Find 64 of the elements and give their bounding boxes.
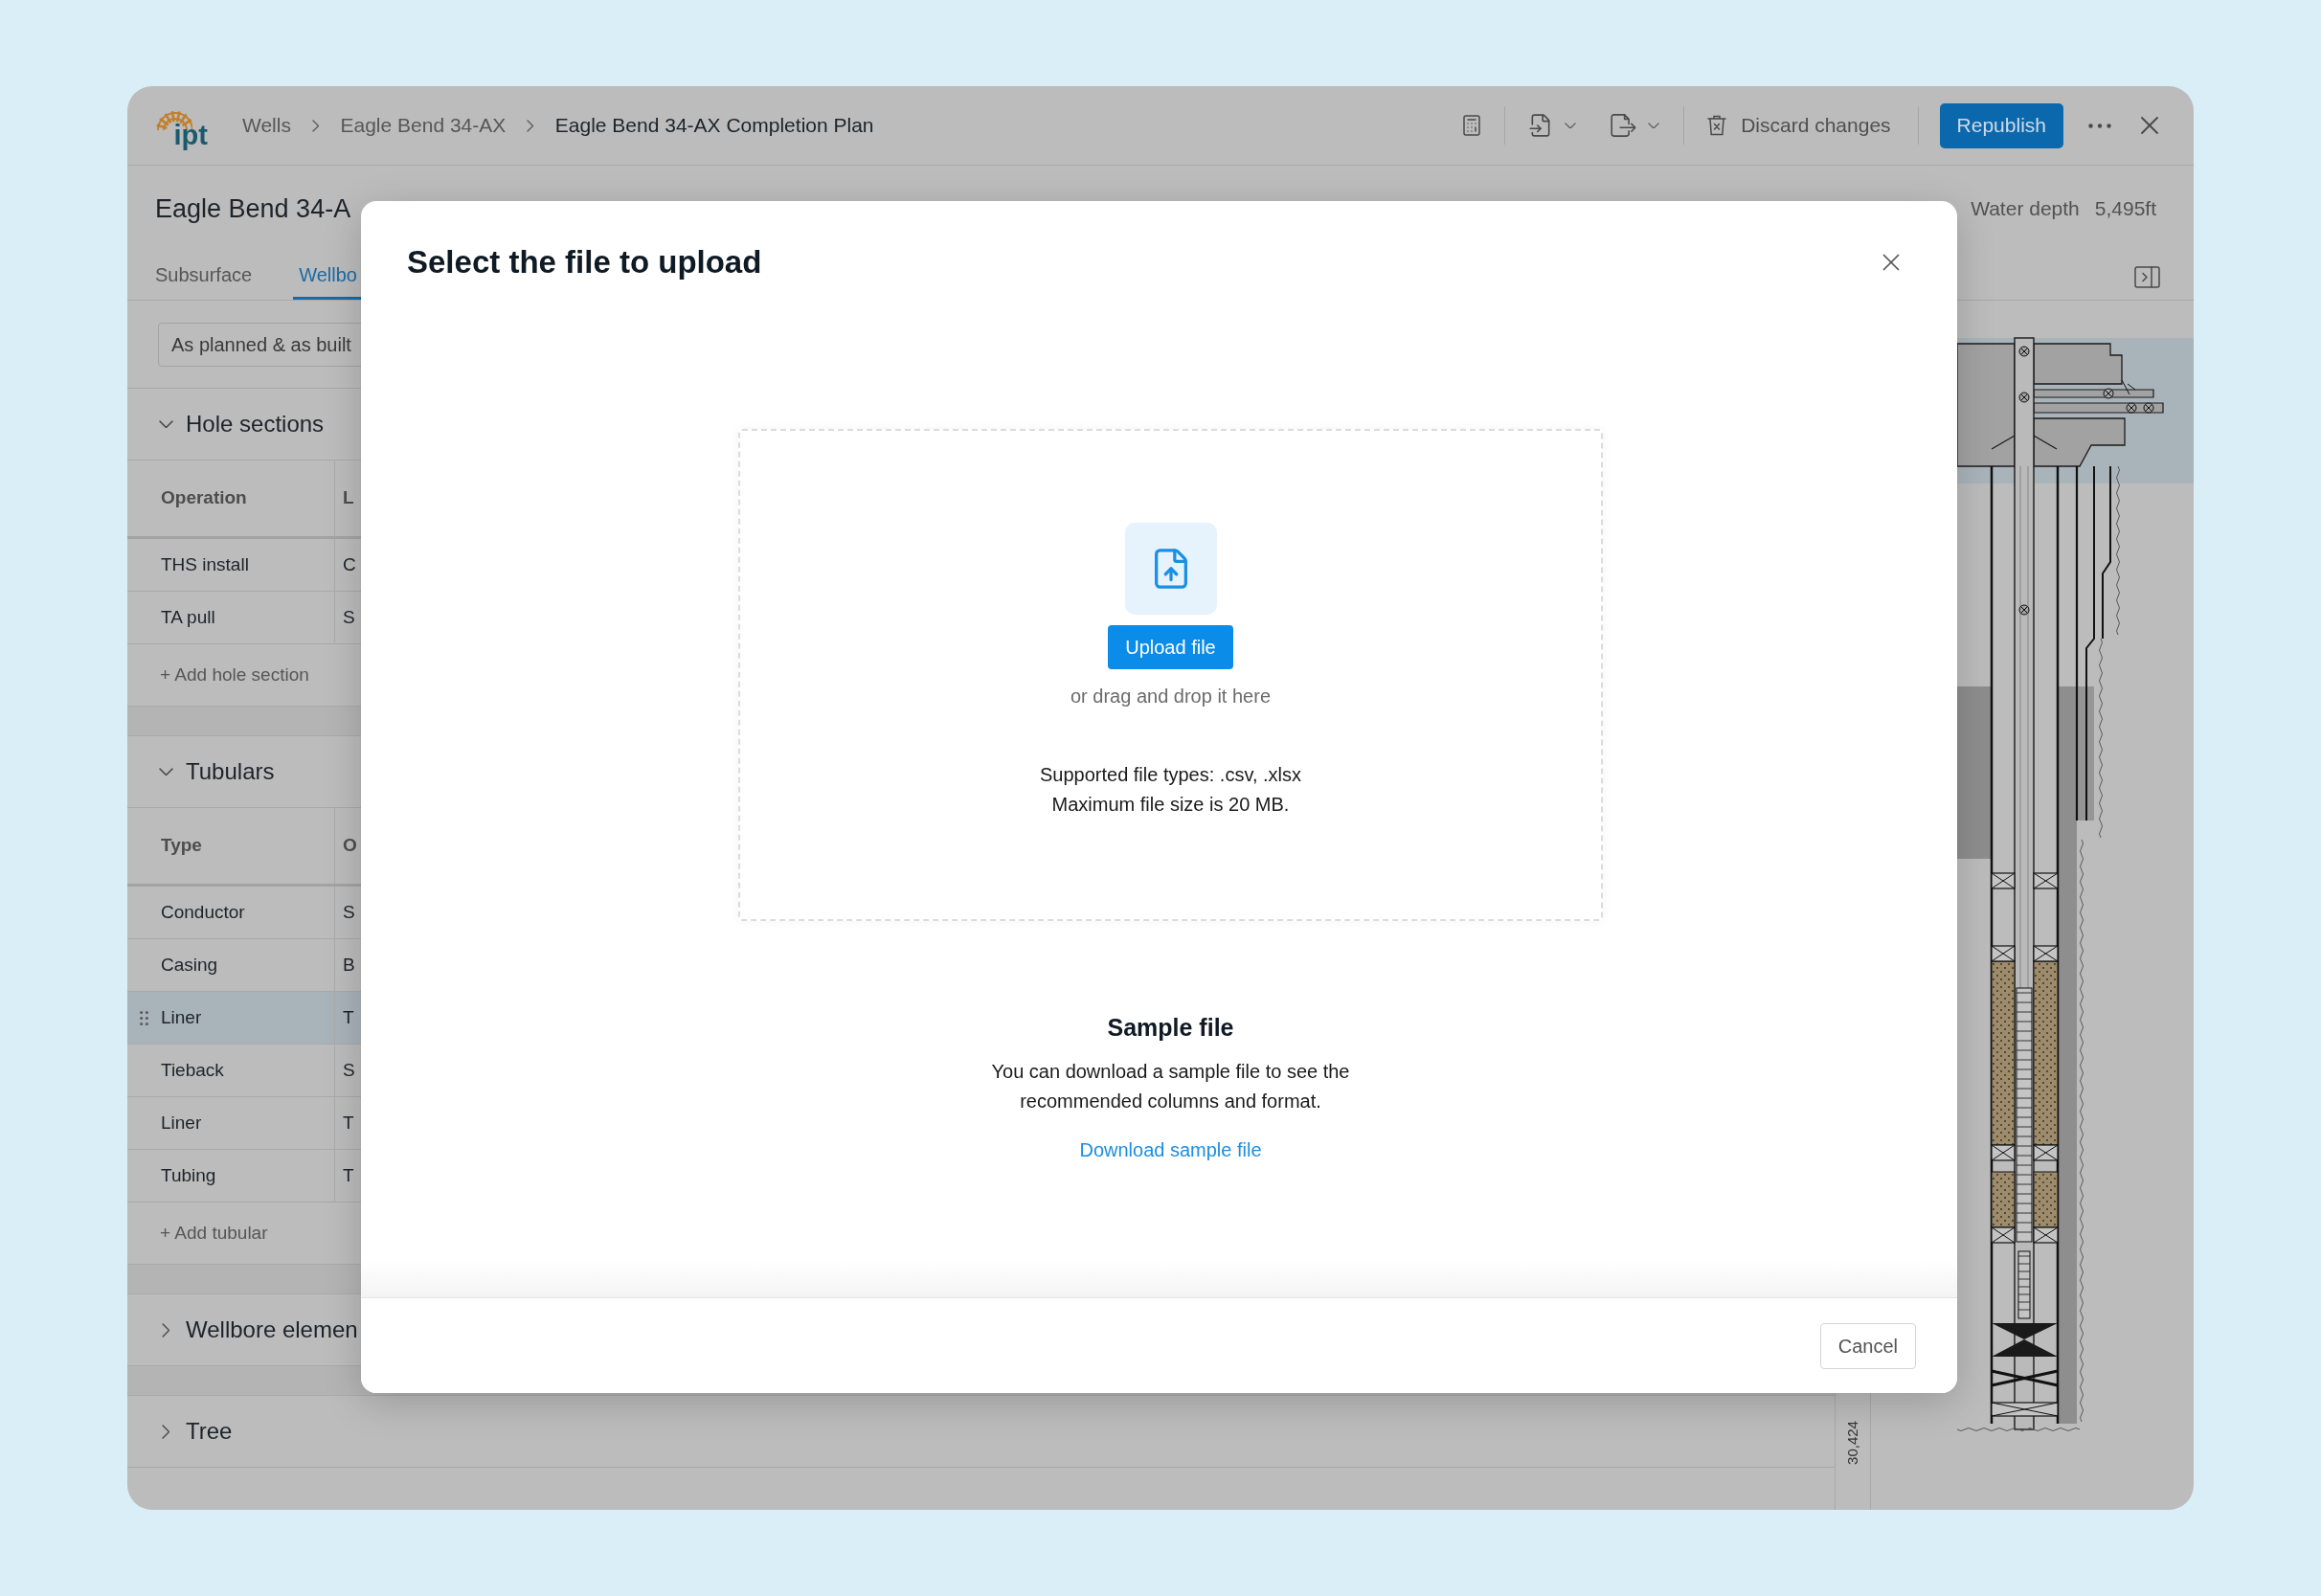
logo-text: ipt bbox=[173, 121, 208, 149]
caret-icon[interactable] bbox=[1565, 122, 1577, 129]
table-cell-text: S bbox=[343, 605, 355, 629]
file-info-text: Maximum file size is 20 MB. bbox=[1051, 793, 1290, 817]
table-row[interactable]: Tieback S bbox=[127, 1045, 361, 1097]
tab[interactable]: Subsurface bbox=[149, 254, 259, 300]
chevron-right-icon bbox=[311, 119, 320, 132]
sample-heading: Sample file bbox=[1107, 1013, 1234, 1043]
drag-handle-icon[interactable] bbox=[140, 1010, 148, 1025]
plan-title: Eagle Bend 34-A bbox=[155, 192, 351, 225]
breadcrumb-link[interactable]: Wells bbox=[242, 110, 291, 141]
column-header: O bbox=[343, 834, 357, 858]
table-cell-text: Casing bbox=[161, 953, 218, 977]
table-cell-text: THS install bbox=[161, 552, 249, 576]
cancel-button[interactable]: Cancel bbox=[1819, 1322, 1916, 1369]
section-header[interactable]: Wellbore elemen bbox=[156, 1313, 358, 1347]
panel-toggle-icon[interactable] bbox=[2134, 265, 2160, 288]
file-upload-icon bbox=[1124, 523, 1217, 615]
table-row[interactable]: Conductor S bbox=[127, 887, 361, 939]
table-row[interactable]: THS install C bbox=[127, 539, 361, 592]
section-header[interactable]: Hole sections bbox=[156, 407, 325, 441]
more-icon[interactable] bbox=[2088, 123, 2111, 128]
table-cell-text: B bbox=[343, 953, 355, 977]
file-info-text: Supported file types: .csv, .xlsx bbox=[1039, 763, 1302, 787]
file-arrow-out-icon[interactable] bbox=[1611, 114, 1637, 137]
column-header: Operation bbox=[161, 486, 247, 510]
table-cell-text: TA pull bbox=[161, 605, 215, 629]
drop-hint: or drag and drop it here bbox=[1070, 685, 1271, 708]
sample-description: You can download a sample file to see the recommended columns and format. bbox=[990, 1060, 1351, 1113]
table-row[interactable]: Liner T bbox=[127, 992, 361, 1045]
republish-button[interactable]: Republish bbox=[1939, 102, 2063, 148]
table-cell-text: T bbox=[343, 1111, 354, 1135]
table-cell-text: Liner bbox=[161, 1005, 202, 1029]
discard-button[interactable]: Discard changes bbox=[1707, 110, 1891, 141]
depth-label: 30,424 bbox=[1844, 1421, 1861, 1465]
table-row[interactable]: Casing B bbox=[127, 939, 361, 992]
section-header[interactable]: Tree bbox=[156, 1414, 233, 1449]
column-header: Type bbox=[161, 834, 202, 858]
table-cell-text: Tieback bbox=[161, 1058, 224, 1082]
trash-icon bbox=[1707, 115, 1727, 136]
water-depth-value: 5,495ft bbox=[2094, 196, 2156, 222]
table-row[interactable]: Liner T bbox=[127, 1097, 361, 1150]
breadcrumb-link[interactable]: Eagle Bend 34-AX Completion Plan bbox=[554, 110, 874, 141]
section-header[interactable]: Tubulars bbox=[156, 754, 275, 789]
table-cell-text: Tubing bbox=[161, 1163, 216, 1187]
drop-zone[interactable]: Upload file or drag and drop it here Supported file types: .csv, .xlsx Maximum file size is 20 MB. bbox=[738, 429, 1603, 921]
table-cell-text: T bbox=[343, 1005, 354, 1029]
table-cell-text: Conductor bbox=[161, 900, 245, 924]
table-row[interactable]: TA pull S bbox=[127, 592, 361, 644]
table-cell-text: Liner bbox=[161, 1111, 202, 1135]
upload-button[interactable]: Upload file bbox=[1108, 625, 1233, 669]
add-row-button[interactable]: + Add hole section bbox=[160, 661, 309, 689]
dialog-title: Select the file to upload bbox=[407, 245, 762, 280]
table-cell-text: S bbox=[343, 1058, 355, 1082]
table-cell-text: T bbox=[343, 1163, 354, 1187]
breadcrumb-link[interactable]: Eagle Bend 34-AX bbox=[340, 110, 507, 141]
table-row[interactable]: Tubing T bbox=[127, 1150, 361, 1203]
water-depth-label: Water depth bbox=[1971, 196, 2080, 222]
column-header: L bbox=[343, 486, 354, 510]
add-row-button[interactable]: + Add tubular bbox=[160, 1219, 268, 1248]
table-cell-text: S bbox=[343, 900, 355, 924]
table-cell-text: C bbox=[343, 552, 356, 576]
caret-icon[interactable] bbox=[1648, 122, 1660, 129]
chevron-right-icon bbox=[527, 119, 534, 132]
